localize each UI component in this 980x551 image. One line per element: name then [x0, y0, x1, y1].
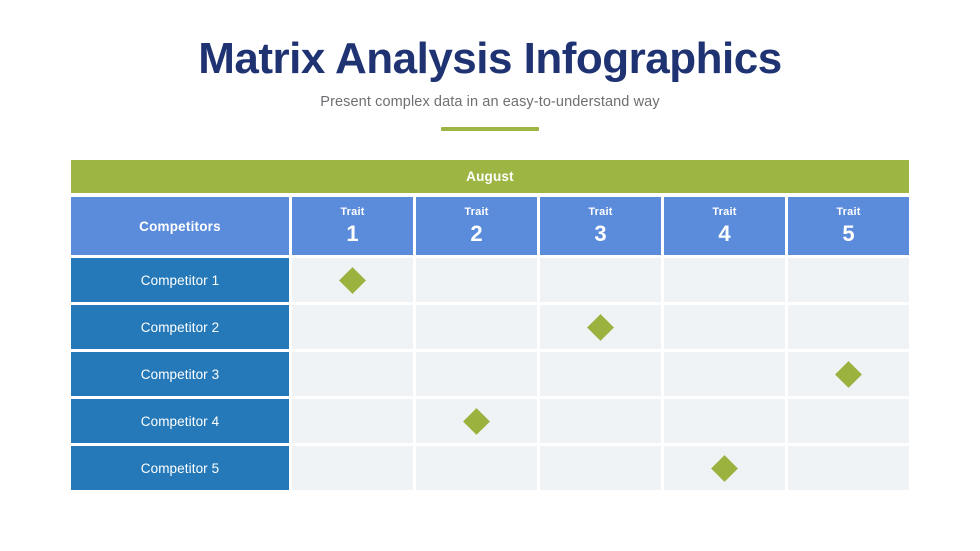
matrix-cell-r3c5[interactable] [788, 352, 909, 396]
row-label-competitor-5: Competitor 5 [71, 446, 289, 490]
diamond-marker-icon [463, 407, 490, 435]
matrix-cell-r3c4[interactable] [664, 352, 785, 396]
matrix-cell-r5c4[interactable] [664, 446, 785, 490]
matrix-cell-r5c2[interactable] [416, 446, 537, 490]
column-header-trait-4: Trait 4 [664, 197, 785, 255]
matrix-cell-r4c5[interactable] [788, 399, 909, 443]
trait-word-3: Trait [588, 206, 613, 218]
month-header-bar: August [71, 160, 909, 193]
column-header-trait-5: Trait 5 [788, 197, 909, 255]
trait-word-4: Trait [712, 206, 737, 218]
trait-number-4: 4 [718, 221, 731, 246]
trait-number-2: 2 [470, 221, 483, 246]
row-label-competitor-1: Competitor 1 [71, 258, 289, 302]
trait-number-3: 3 [594, 221, 607, 246]
row-label-text: Competitor 1 [140, 272, 220, 288]
row-label-text: Competitor 3 [140, 366, 220, 382]
matrix-cell-r1c3[interactable] [540, 258, 661, 302]
corner-label: Competitors [139, 218, 221, 234]
diamond-marker-icon [339, 266, 366, 294]
matrix-cell-r2c2[interactable] [416, 305, 537, 349]
matrix-cell-r1c5[interactable] [788, 258, 909, 302]
table-row: Competitor 5 [71, 446, 909, 490]
trait-number-5: 5 [842, 221, 855, 246]
page-subtitle: Present complex data in an easy-to-under… [320, 94, 660, 111]
table-row: Competitor 4 [71, 399, 909, 443]
matrix-cell-r3c3[interactable] [540, 352, 661, 396]
page-header: Matrix Analysis Infographics Present com… [0, 34, 980, 132]
matrix-cell-r1c4[interactable] [664, 258, 785, 302]
matrix-cell-r2c5[interactable] [788, 305, 909, 349]
matrix-cell-r5c3[interactable] [540, 446, 661, 490]
matrix-cell-r4c3[interactable] [540, 399, 661, 443]
matrix-cell-r3c2[interactable] [416, 352, 537, 396]
trait-word-5: Trait [836, 206, 861, 218]
diamond-marker-icon [711, 454, 738, 482]
row-label-text: Competitor 2 [140, 319, 220, 335]
column-header-competitors: Competitors [71, 197, 289, 255]
matrix-cell-r3c1[interactable] [292, 352, 413, 396]
column-header-trait-2: Trait 2 [416, 197, 537, 255]
trait-word-1: Trait [340, 206, 365, 218]
diamond-marker-icon [587, 313, 614, 341]
matrix-cell-r4c2[interactable] [416, 399, 537, 443]
matrix-cell-r5c5[interactable] [788, 446, 909, 490]
matrix-cell-r2c3[interactable] [540, 305, 661, 349]
matrix-cell-r5c1[interactable] [292, 446, 413, 490]
matrix-cell-r2c4[interactable] [664, 305, 785, 349]
column-header-trait-1: Trait 1 [292, 197, 413, 255]
row-label-competitor-2: Competitor 2 [71, 305, 289, 349]
column-header-trait-3: Trait 3 [540, 197, 661, 255]
month-label: August [466, 169, 514, 184]
row-label-competitor-4: Competitor 4 [71, 399, 289, 443]
row-label-text: Competitor 5 [140, 460, 220, 476]
trait-number-1: 1 [346, 221, 359, 246]
matrix-cell-r1c2[interactable] [416, 258, 537, 302]
page-title: Matrix Analysis Infographics [198, 34, 782, 83]
row-label-text: Competitor 4 [140, 413, 220, 429]
matrix-cell-r1c1[interactable] [292, 258, 413, 302]
diamond-marker-icon [835, 360, 862, 388]
matrix-cell-r4c4[interactable] [664, 399, 785, 443]
accent-divider [441, 127, 539, 132]
table-row: Competitor 1 [71, 258, 909, 302]
table-row: Competitor 3 [71, 352, 909, 396]
table-row: Competitor 2 [71, 305, 909, 349]
matrix-table: August Competitors Trait 1 Trait 2 Trait… [71, 160, 909, 490]
matrix-cell-r2c1[interactable] [292, 305, 413, 349]
matrix-header-row: Competitors Trait 1 Trait 2 Trait 3 Trai… [71, 197, 909, 255]
matrix-cell-r4c1[interactable] [292, 399, 413, 443]
trait-word-2: Trait [464, 206, 489, 218]
row-label-competitor-3: Competitor 3 [71, 352, 289, 396]
